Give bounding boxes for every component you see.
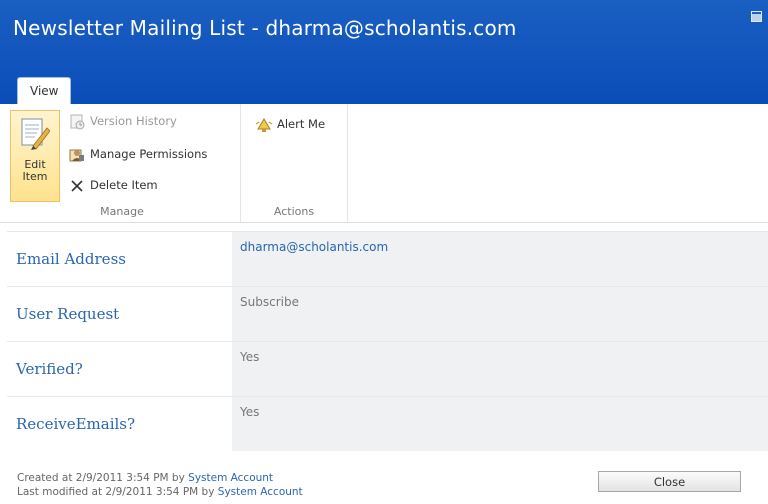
delete-item-button[interactable]: Delete Item	[68, 175, 158, 195]
edit-item-button[interactable]: Edit Item	[10, 110, 60, 202]
tab-view[interactable]: View	[17, 77, 72, 105]
field-value: Yes	[240, 350, 260, 364]
version-history-icon	[68, 114, 86, 130]
group-label-manage: Manage	[100, 205, 144, 218]
dialog-header: Newsletter Mailing List - dharma@scholan…	[0, 0, 768, 105]
dialog-title: Newsletter Mailing List - dharma@scholan…	[13, 16, 517, 40]
ribbon: Edit Item Version History Manage Permiss…	[0, 104, 768, 223]
ribbon-group-actions: Alert Me Actions	[241, 104, 348, 222]
modified-info: Last modified at 2/9/2011 3:54 PM by Sys…	[17, 486, 303, 498]
version-history-button[interactable]: Version History	[68, 111, 177, 131]
delete-x-icon	[68, 178, 86, 194]
field-label: User Request	[16, 305, 120, 323]
manage-permissions-button[interactable]: Manage Permissions	[68, 144, 207, 164]
field-row-receive-emails: ReceiveEmails? Yes	[7, 396, 768, 451]
modified-by-link[interactable]: System Account	[218, 486, 303, 498]
field-value: Subscribe	[240, 295, 299, 309]
field-row-email: Email Address dharma@scholantis.com	[7, 231, 768, 286]
field-row-verified: Verified? Yes	[7, 341, 768, 396]
field-label: ReceiveEmails?	[16, 415, 136, 433]
edit-document-icon	[21, 118, 50, 150]
created-by-link[interactable]: System Account	[188, 472, 273, 484]
created-info: Created at 2/9/2011 3:54 PM by System Ac…	[17, 472, 274, 484]
alert-me-button[interactable]: Alert Me	[255, 114, 325, 134]
maximize-icon[interactable]	[751, 11, 762, 22]
email-value-link[interactable]: dharma@scholantis.com	[240, 240, 388, 254]
close-button[interactable]: Close	[598, 471, 741, 492]
edit-item-label: Edit Item	[22, 158, 48, 183]
field-label: Verified?	[16, 360, 83, 378]
item-audit-info: Created at 2/9/2011 3:54 PM by System Ac…	[17, 471, 303, 499]
ribbon-group-manage: Edit Item Version History Manage Permiss…	[4, 104, 241, 222]
item-properties: Email Address dharma@scholantis.com User…	[7, 231, 768, 451]
alert-bell-icon	[255, 117, 273, 133]
field-label: Email Address	[16, 250, 126, 268]
field-value: Yes	[240, 405, 260, 419]
group-label-actions: Actions	[273, 205, 315, 218]
permissions-icon	[68, 147, 86, 163]
field-row-user-request: User Request Subscribe	[7, 286, 768, 341]
